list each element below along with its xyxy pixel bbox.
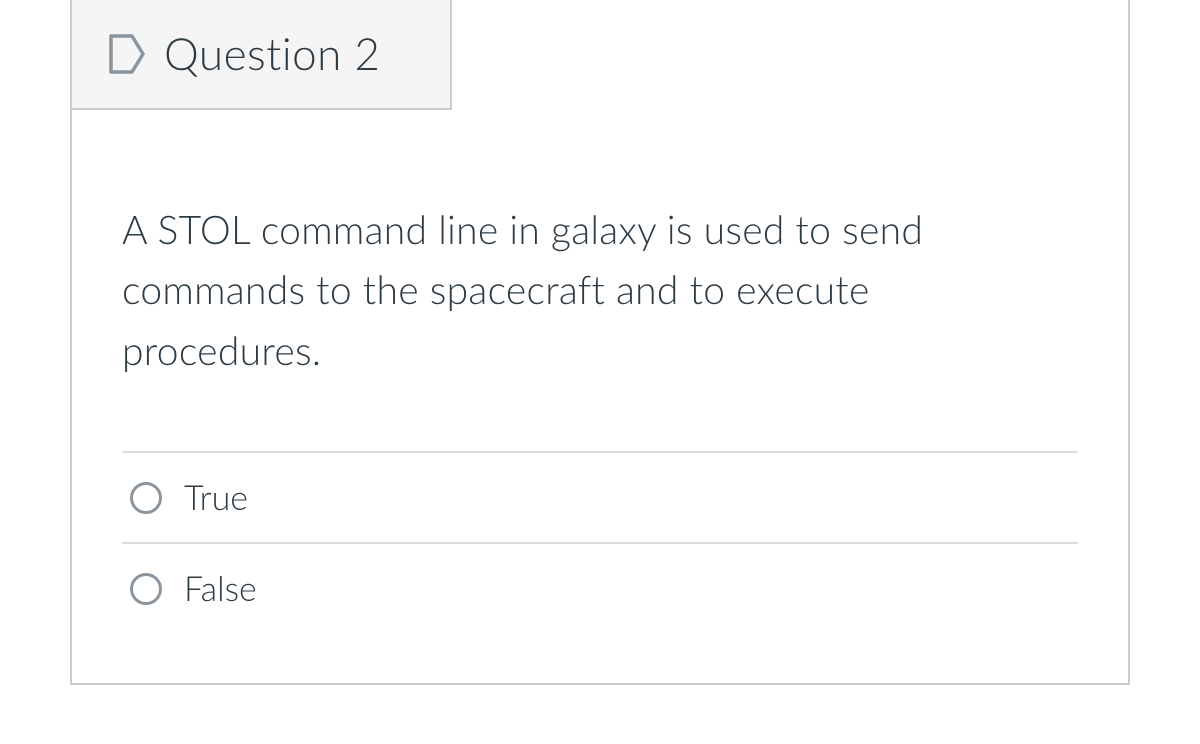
tag-icon [108,32,146,76]
answer-label: False [184,568,257,609]
answer-option-true[interactable]: True [122,451,1078,542]
answer-option-false[interactable]: False [122,542,1078,633]
question-container: Question 2 A STOL command line in galaxy… [70,0,1130,685]
question-body: A STOL command line in galaxy is used to… [72,110,1128,683]
question-text: A STOL command line in galaxy is used to… [122,200,1078,381]
radio-icon [130,573,162,605]
answer-list: True False [122,451,1078,633]
question-title: Question 2 [164,28,380,80]
question-header-tab: Question 2 [72,0,452,110]
answer-label: True [184,477,248,518]
radio-icon [130,482,162,514]
